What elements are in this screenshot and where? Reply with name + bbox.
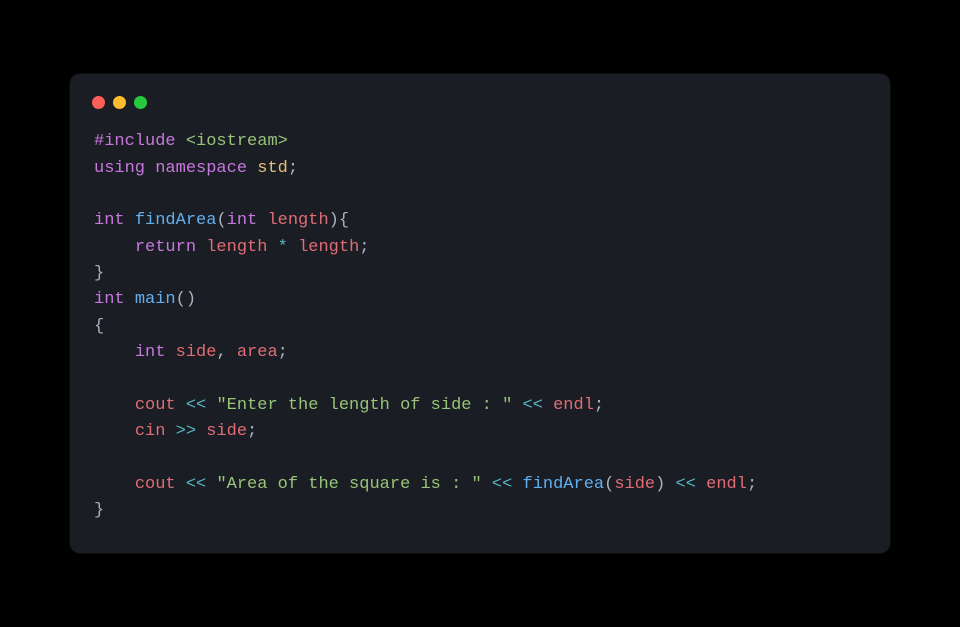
param-name: length (267, 211, 328, 230)
identifier-cout: cout (135, 396, 176, 415)
identifier: side (206, 422, 247, 441)
window-titlebar (90, 94, 870, 129)
identifier-cin: cin (135, 422, 166, 441)
string-literal: "Enter the length of side : " (216, 396, 512, 415)
close-icon[interactable] (92, 96, 105, 109)
include-path: <iostream> (176, 132, 288, 151)
preprocessor: #include (94, 132, 176, 151)
operator: << (186, 396, 206, 415)
operator: << (492, 475, 512, 494)
operator: << (186, 475, 206, 494)
code-window: #include <iostream> using namespace std;… (70, 74, 890, 552)
identifier: area (237, 343, 278, 362)
identifier-endl: endl (706, 475, 747, 494)
keyword-namespace: namespace (155, 159, 247, 178)
identifier: side (614, 475, 655, 494)
function-call: findArea (523, 475, 605, 494)
string-literal: "Area of the square is : " (216, 475, 481, 494)
identifier: length (298, 238, 359, 257)
identifier: length (206, 238, 267, 257)
type-int: int (135, 343, 166, 362)
operator: << (523, 396, 543, 415)
operator: << (676, 475, 696, 494)
namespace-name: std (257, 159, 288, 178)
function-main: main (135, 290, 176, 309)
zoom-icon[interactable] (134, 96, 147, 109)
operator: >> (176, 422, 196, 441)
identifier-cout: cout (135, 475, 176, 494)
operator: * (278, 238, 288, 257)
keyword-return: return (135, 238, 196, 257)
keyword-using: using (94, 159, 145, 178)
minimize-icon[interactable] (113, 96, 126, 109)
function-name: findArea (135, 211, 217, 230)
type-int: int (94, 290, 125, 309)
code-block: #include <iostream> using namespace std;… (90, 129, 870, 524)
type-int: int (94, 211, 125, 230)
identifier-endl: endl (553, 396, 594, 415)
type-int: int (227, 211, 258, 230)
identifier: side (176, 343, 217, 362)
